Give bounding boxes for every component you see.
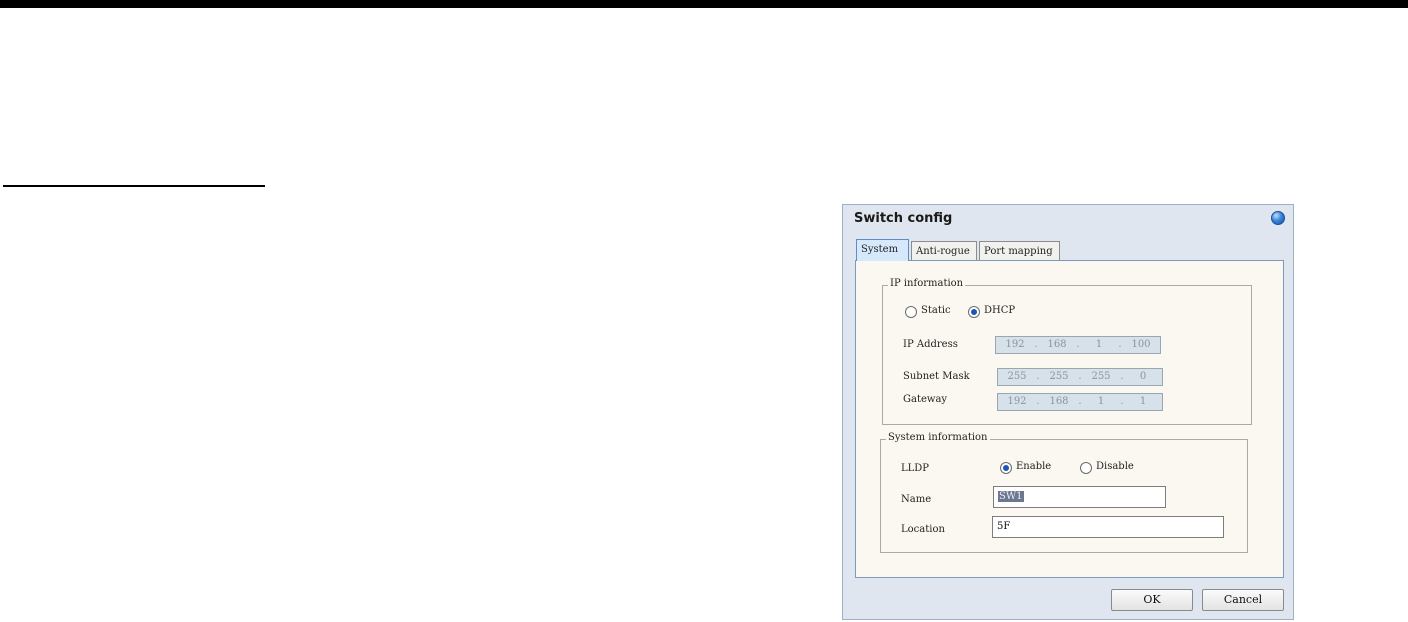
system-information-legend: System information [886, 432, 990, 443]
lldp-disable-radio[interactable] [1080, 462, 1092, 474]
gateway-octet-3: 1 [1097, 396, 1105, 407]
ip-octet-1: 192 [1005, 339, 1025, 350]
top-rule [0, 0, 1408, 8]
dialog-title: Switch config [854, 211, 953, 226]
gateway-octet-2: 168 [1049, 396, 1069, 407]
ip-dot: . [1076, 339, 1080, 350]
mask-octet-3: 255 [1091, 371, 1111, 382]
cancel-button[interactable]: Cancel [1202, 589, 1284, 611]
name-label: Name [901, 494, 932, 505]
ok-button[interactable]: OK [1111, 589, 1193, 611]
gateway-dot: . [1120, 396, 1124, 407]
switch-config-dialog: Switch config System Anti-rogue Port map… [842, 204, 1294, 620]
location-input[interactable]: 5F [992, 516, 1224, 538]
gateway-octet-4: 1 [1139, 396, 1147, 407]
ip-address-field: 192 . 168 . 1 . 100 [995, 336, 1161, 354]
gateway-dot: . [1078, 396, 1082, 407]
lldp-enable-label: Enable [1016, 461, 1052, 472]
tab-system[interactable]: System [856, 239, 909, 261]
ip-octet-3: 1 [1095, 339, 1103, 350]
dhcp-label: DHCP [984, 305, 1016, 316]
subnet-mask-field: 255 . 255 . 255 . 0 [997, 368, 1163, 386]
ip-octet-4: 100 [1131, 339, 1151, 350]
ip-octet-2: 168 [1047, 339, 1067, 350]
tab-anti-rogue[interactable]: Anti-rogue [911, 241, 977, 261]
name-input[interactable]: SW1 [993, 486, 1166, 508]
mask-dot: . [1036, 371, 1040, 382]
ip-information-group: IP information Static DHCP IP Address 19… [882, 278, 1252, 425]
mask-dot: . [1120, 371, 1124, 382]
mask-octet-2: 255 [1049, 371, 1069, 382]
mask-octet-4: 0 [1139, 371, 1147, 382]
ip-dot: . [1118, 339, 1122, 350]
left-underline [3, 185, 265, 187]
gateway-dot: . [1036, 396, 1040, 407]
gateway-octet-1: 192 [1007, 396, 1027, 407]
lldp-label: LLDP [901, 463, 930, 474]
subnet-mask-label: Subnet Mask [903, 371, 970, 382]
location-label: Location [901, 524, 945, 535]
mask-dot: . [1078, 371, 1082, 382]
gateway-label: Gateway [903, 394, 948, 405]
help-icon[interactable] [1271, 211, 1285, 225]
static-radio[interactable] [905, 306, 917, 318]
ip-information-legend: IP information [888, 278, 966, 289]
gateway-field: 192 . 168 . 1 . 1 [997, 393, 1163, 411]
ip-dot: . [1034, 339, 1038, 350]
lldp-enable-radio[interactable] [1000, 462, 1012, 474]
lldp-disable-label: Disable [1096, 461, 1134, 472]
system-information-group: System information LLDP Enable Disable N… [880, 432, 1248, 553]
mask-octet-1: 255 [1007, 371, 1027, 382]
system-tab-panel: IP information Static DHCP IP Address 19… [855, 260, 1284, 578]
tab-port-mapping[interactable]: Port mapping [979, 241, 1060, 261]
dhcp-radio[interactable] [968, 306, 980, 318]
static-label: Static [921, 305, 951, 316]
ip-address-label: IP Address [903, 339, 958, 350]
name-value: SW1 [998, 491, 1024, 502]
